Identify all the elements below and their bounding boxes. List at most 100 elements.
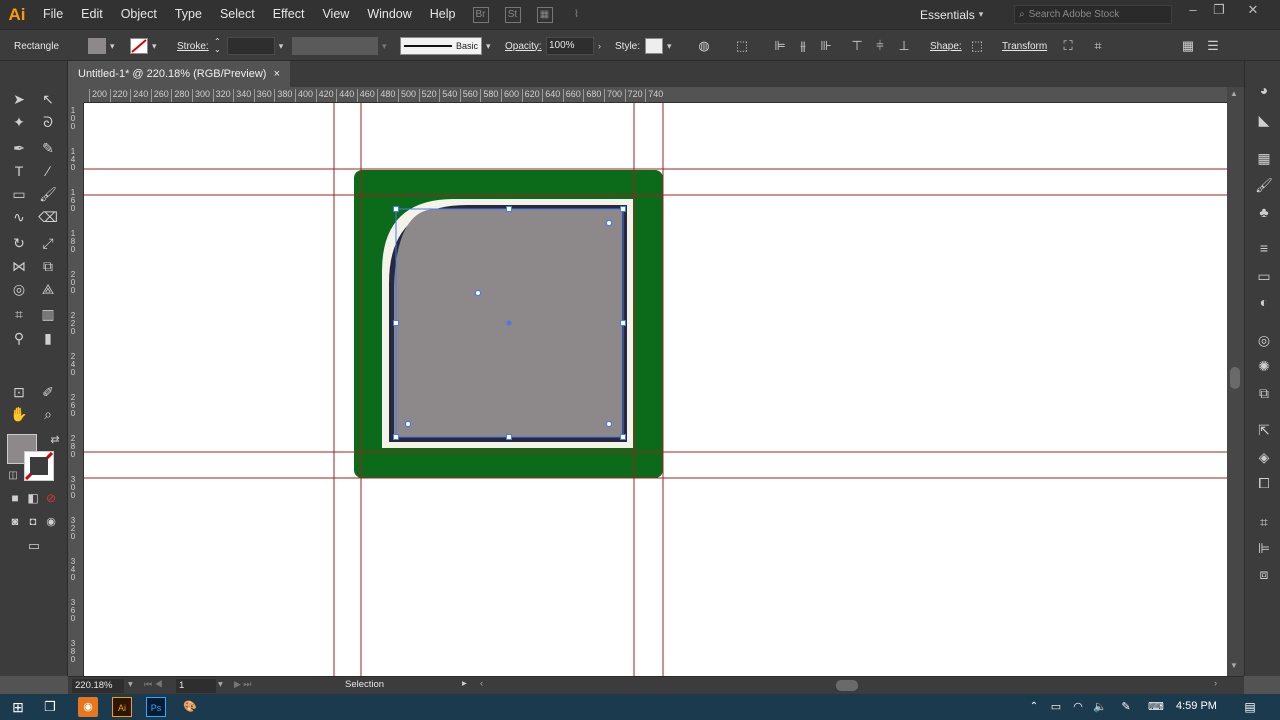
stroke-weight-field[interactable] bbox=[226, 37, 275, 55]
zoom-field[interactable]: 220.18% bbox=[72, 679, 124, 693]
align-top-icon[interactable]: ⊤ bbox=[849, 38, 865, 54]
menu-edit[interactable]: Edit bbox=[72, 0, 112, 29]
pen-workspace-icon[interactable]: ✎ bbox=[1116, 697, 1136, 717]
clock[interactable]: 4:59 PM bbox=[1176, 700, 1217, 712]
mesh-tool-icon[interactable]: ⌗ bbox=[8, 303, 30, 325]
scroll-left-icon[interactable]: ‹ bbox=[480, 678, 483, 689]
transform-icon[interactable]: ⛶ bbox=[1060, 38, 1076, 54]
color-panel-icon[interactable]: ◕ bbox=[1255, 81, 1273, 99]
vertical-ruler[interactable]: 100 140 160 180 200 220 240 260 280 300 320 340 360 3… bbox=[68, 103, 84, 676]
line-tool-icon[interactable]: ∕ bbox=[37, 160, 59, 182]
resize-handle[interactable] bbox=[506, 434, 512, 440]
resize-handle[interactable] bbox=[393, 206, 399, 212]
chevron-down-icon[interactable]: ▾ bbox=[218, 679, 223, 690]
graphic-style-swatch[interactable]: ▾ bbox=[645, 30, 672, 62]
zoom-tool-icon[interactable]: ⌕ bbox=[37, 403, 59, 425]
opacity-label[interactable]: Opacity: bbox=[505, 30, 542, 62]
swap-colors-icon[interactable]: ⇄ bbox=[44, 429, 66, 451]
corner-widget-handle[interactable] bbox=[404, 420, 412, 428]
recolor-artwork-icon[interactable]: ◍ bbox=[696, 38, 712, 54]
resize-handle[interactable] bbox=[620, 434, 626, 440]
menu-object[interactable]: Object bbox=[112, 0, 166, 29]
rectangle-tool-icon[interactable]: ▭ bbox=[8, 183, 30, 205]
close-icon[interactable]: ✕ bbox=[1240, 0, 1266, 22]
menu-type[interactable]: Type bbox=[166, 0, 211, 29]
scroll-right-icon[interactable]: › bbox=[1214, 678, 1217, 689]
stroke-panel-icon[interactable]: ≡ bbox=[1255, 239, 1273, 257]
chevron-right-icon[interactable]: ▸ bbox=[462, 678, 467, 689]
scroll-thumb[interactable] bbox=[1230, 367, 1240, 389]
adobe-stock-search-input[interactable]: ⌕ Search Adobe Stock bbox=[1014, 5, 1172, 24]
chevron-up-icon[interactable]: ⌃ bbox=[1024, 697, 1044, 717]
pathfinder-icon[interactable]: ⧈ bbox=[1255, 565, 1273, 583]
menu-effect[interactable]: Effect bbox=[264, 0, 314, 29]
swatches-icon[interactable]: ▦ bbox=[1255, 149, 1273, 167]
corner-widget-handle[interactable] bbox=[474, 289, 482, 297]
menu-window[interactable]: Window bbox=[358, 0, 420, 29]
stock-icon[interactable]: St bbox=[504, 6, 521, 23]
minimize-icon[interactable]: – bbox=[1180, 0, 1206, 22]
firefox-icon[interactable]: ◉ bbox=[78, 697, 98, 717]
align-bottom-icon[interactable]: ⊥ bbox=[896, 38, 912, 54]
resize-handle[interactable] bbox=[506, 206, 512, 212]
default-colors-icon[interactable]: ◫ bbox=[2, 465, 24, 487]
graph-tool-icon[interactable]: ▮ bbox=[37, 327, 59, 349]
photoshop-taskbar-icon[interactable]: Ps bbox=[146, 697, 166, 717]
task-view-icon[interactable]: ❐ bbox=[40, 697, 60, 717]
graphic-styles-icon[interactable]: ✺ bbox=[1255, 357, 1273, 375]
appearance-icon[interactable]: ◎ bbox=[1255, 331, 1273, 349]
menu-view[interactable]: View bbox=[313, 0, 358, 29]
stroke-color-box[interactable] bbox=[24, 451, 54, 481]
align-middle-icon[interactable]: ⫩ bbox=[872, 38, 888, 54]
shaper-tool-icon[interactable]: ∿ bbox=[8, 206, 30, 228]
document-tab[interactable]: Untitled-1* @ 220.18% (RGB/Preview) × bbox=[68, 61, 290, 87]
align-to-icon[interactable]: ⬚ bbox=[734, 38, 750, 54]
free-transform-tool-icon[interactable]: ⧉ bbox=[37, 255, 59, 277]
symbols-icon[interactable]: ♣ bbox=[1255, 203, 1273, 221]
corner-widget-handle[interactable] bbox=[605, 420, 613, 428]
pen-tool-icon[interactable]: ✒ bbox=[8, 137, 30, 159]
hand-tool-icon[interactable]: ✋ bbox=[8, 403, 30, 425]
resize-handle[interactable] bbox=[393, 434, 399, 440]
close-tab-icon[interactable]: × bbox=[274, 68, 280, 80]
resize-handle[interactable] bbox=[393, 320, 399, 326]
paint-icon[interactable]: 🎨 bbox=[180, 697, 200, 717]
variable-width-profile[interactable]: ▾ bbox=[292, 30, 387, 62]
arrange-documents-icon[interactable]: ▦ bbox=[536, 6, 553, 23]
opacity-field[interactable]: 100% › bbox=[546, 30, 601, 62]
eraser-tool-icon[interactable]: ⌫ bbox=[37, 206, 59, 228]
opacity-value[interactable]: 100% bbox=[546, 37, 594, 55]
ruler-origin[interactable] bbox=[68, 87, 84, 103]
none-icon[interactable]: ⊘ bbox=[40, 487, 62, 509]
transform-label[interactable]: Transform bbox=[1002, 30, 1047, 62]
center-point-marker[interactable] bbox=[506, 320, 512, 326]
action-center-icon[interactable]: ▤ bbox=[1240, 697, 1260, 717]
panel-menu-icon[interactable]: ☰ bbox=[1205, 38, 1221, 54]
battery-icon[interactable]: ▭ bbox=[1046, 697, 1066, 717]
shape-label[interactable]: Shape: bbox=[930, 30, 962, 62]
menu-select[interactable]: Select bbox=[211, 0, 264, 29]
artboard-canvas[interactable] bbox=[84, 103, 1227, 676]
keyboard-icon[interactable]: ⌨ bbox=[1146, 697, 1166, 717]
align-panel-icon[interactable]: ⊫ bbox=[1255, 539, 1273, 557]
shape-properties-icon[interactable]: ⬚ bbox=[969, 38, 985, 54]
horizontal-scroll-thumb[interactable] bbox=[836, 680, 858, 691]
illustrator-taskbar-icon[interactable]: Ai bbox=[112, 697, 132, 717]
horizontal-ruler[interactable]: 200 220 240 260 280 300 320 340 360 380 400 420 440 4… bbox=[84, 87, 1227, 103]
perspective-grid-tool-icon[interactable]: ⟁ bbox=[37, 278, 59, 300]
scroll-down-icon[interactable]: ▼ bbox=[1230, 661, 1238, 670]
restore-icon[interactable]: ❐ bbox=[1206, 0, 1232, 22]
first-artboard-icon[interactable]: ⏮ ◀ bbox=[144, 679, 163, 690]
scroll-up-icon[interactable]: ▲ bbox=[1230, 89, 1238, 98]
direct-selection-tool-icon[interactable]: ↖ bbox=[37, 88, 59, 110]
corner-widget-handle[interactable] bbox=[605, 219, 613, 227]
isolate-icon[interactable]: ⌗ bbox=[1090, 38, 1106, 54]
artboards-icon[interactable]: ⧠ bbox=[1255, 474, 1273, 492]
align-center-icon[interactable]: ⫵ bbox=[795, 38, 811, 54]
scale-tool-icon[interactable]: ⤢ bbox=[37, 232, 59, 254]
slice-tool-icon[interactable]: ✐ bbox=[37, 381, 59, 403]
shape-builder-tool-icon[interactable]: ◎ bbox=[8, 278, 30, 300]
vertical-scrollbar[interactable]: ▲ ▼ bbox=[1227, 87, 1244, 676]
transform-panel-icon[interactable]: ⌗ bbox=[1255, 513, 1273, 531]
stroke-label[interactable]: Stroke: bbox=[177, 30, 209, 62]
